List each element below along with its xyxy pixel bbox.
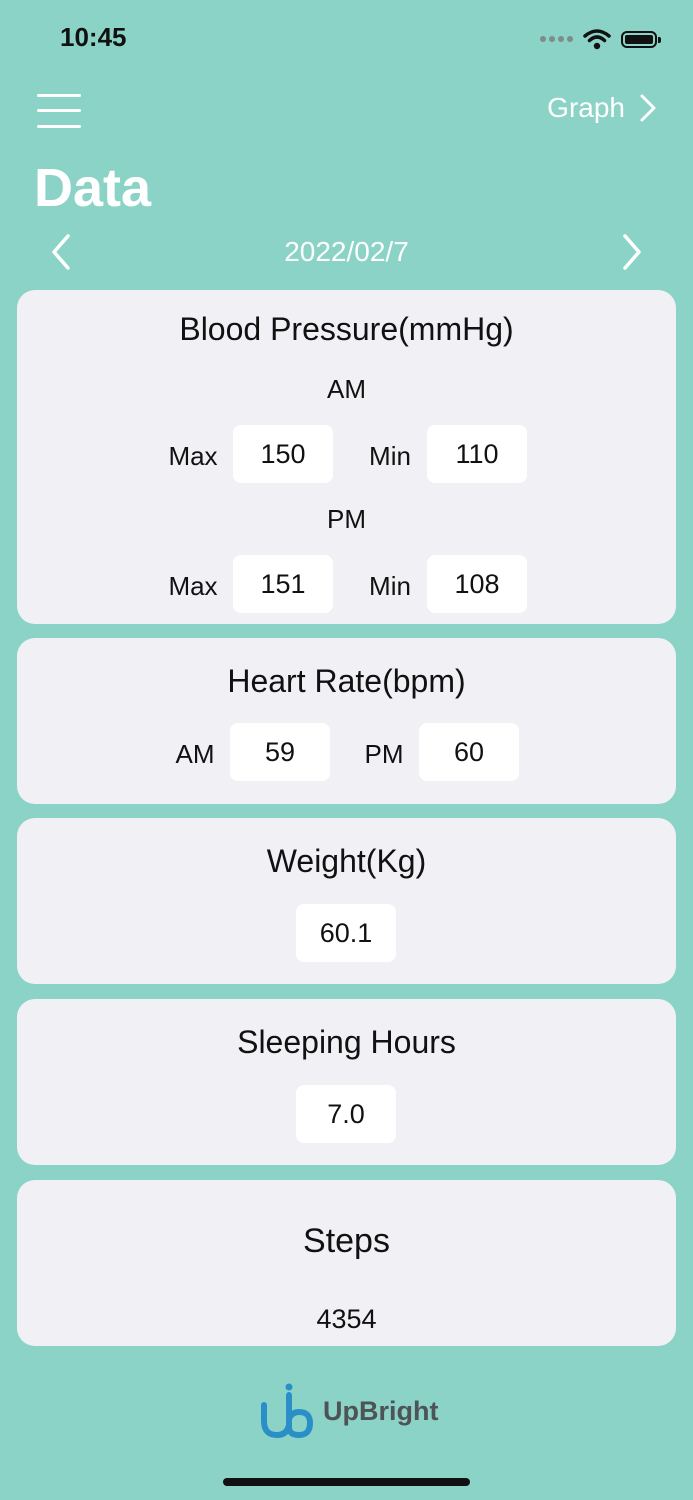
graph-button[interactable]: Graph: [547, 92, 657, 124]
upbright-logo-icon: [261, 1383, 314, 1439]
heart-rate-am-input[interactable]: 59: [230, 723, 330, 781]
graph-label: Graph: [547, 92, 625, 123]
heart-rate-pm-input[interactable]: 60: [419, 723, 519, 781]
blood-pressure-title: Blood Pressure(mmHg): [179, 311, 514, 347]
weight-title: Weight(Kg): [266, 843, 427, 879]
page-title: Data: [34, 158, 152, 218]
status-time: 10:45: [60, 22, 127, 52]
weight-card: Weight(Kg) 60.1: [17, 818, 676, 984]
cellular-signal-icon: [540, 36, 573, 42]
chevron-right-icon: [623, 234, 641, 270]
am-max-input[interactable]: 150: [233, 425, 333, 483]
am-min-label: Min: [369, 441, 411, 471]
weight-input[interactable]: 60.1: [296, 904, 396, 962]
pm-max-input[interactable]: 151: [233, 555, 333, 613]
brand-name: UpBright: [323, 1395, 439, 1426]
steps-card: Steps 4354: [17, 1180, 676, 1346]
next-date-button[interactable]: [615, 232, 647, 272]
brand-logo: UpBright: [259, 1383, 438, 1439]
am-max-label: Max: [168, 441, 218, 471]
menu-button[interactable]: [37, 92, 81, 130]
wifi-icon: [583, 29, 611, 50]
pm-max-label: Max: [168, 571, 218, 601]
pm-label: PM: [327, 504, 366, 534]
status-icons: [540, 24, 661, 54]
heart-rate-title: Heart Rate(bpm): [227, 663, 466, 699]
sleeping-hours-card: Sleeping Hours 7.0: [17, 999, 676, 1165]
heart-rate-card: Heart Rate(bpm) AM 59 PM 60: [17, 638, 676, 804]
blood-pressure-card: Blood Pressure(mmHg) AM Max 150 Min 110 …: [17, 290, 676, 624]
am-min-input[interactable]: 110: [427, 425, 527, 483]
current-date: 2022/02/7: [284, 236, 409, 267]
heart-rate-am-label: AM: [175, 739, 215, 769]
pm-min-input[interactable]: 108: [427, 555, 527, 613]
am-label: AM: [327, 374, 366, 404]
steps-title: Steps: [303, 1222, 390, 1260]
sleeping-hours-title: Sleeping Hours: [237, 1024, 456, 1060]
battery-icon: [621, 30, 661, 48]
heart-rate-pm-label: PM: [364, 739, 404, 769]
chevron-right-icon: [640, 94, 656, 122]
home-indicator: [223, 1478, 470, 1486]
pm-min-label: Min: [369, 571, 411, 601]
steps-value: 4354: [316, 1304, 377, 1334]
sleeping-hours-input[interactable]: 7.0: [296, 1085, 396, 1143]
hamburger-icon: [37, 94, 81, 97]
